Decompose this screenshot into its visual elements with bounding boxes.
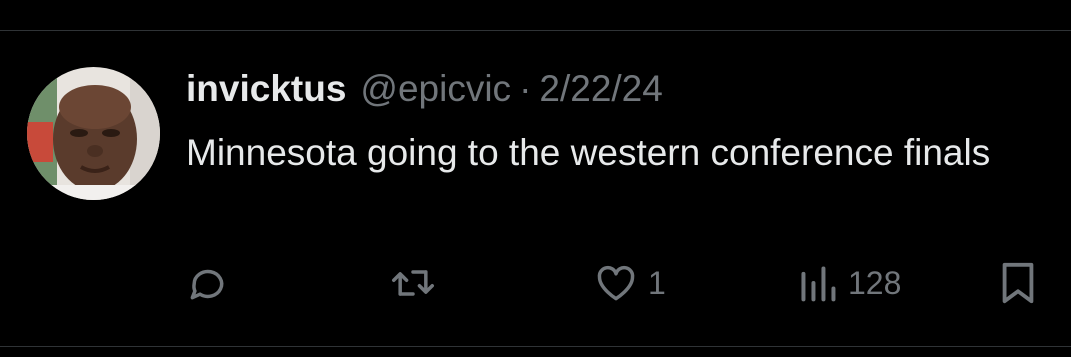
avatar[interactable] [27,67,160,200]
tweet-text: Minnesota going to the western conferenc… [186,132,991,173]
reply-button[interactable] [185,253,229,313]
bottom-divider [0,346,1071,347]
bookmark-icon [998,260,1038,306]
views-count: 128 [848,264,902,301]
like-count: 1 [648,264,666,301]
display-name[interactable]: invicktus [186,67,346,111]
bookmark-button[interactable] [998,253,1038,313]
views-button[interactable]: 128 [798,253,901,313]
retweet-button[interactable] [388,253,438,313]
tweet-header: invicktus @epicvic · 2/22/24 [186,67,663,111]
action-bar: 1 128 [0,253,1071,313]
retweet-icon [388,261,438,305]
tweet[interactable]: invicktus @epicvic · 2/22/24 Minnesota g… [0,31,1071,346]
tweet-date[interactable]: 2/22/24 [539,67,662,111]
like-button[interactable]: 1 [594,253,666,313]
reply-icon [185,261,229,305]
separator-dot: · [519,68,532,109]
user-handle[interactable]: @epicvic [360,67,511,111]
views-icon [798,261,838,305]
heart-icon [594,261,638,305]
